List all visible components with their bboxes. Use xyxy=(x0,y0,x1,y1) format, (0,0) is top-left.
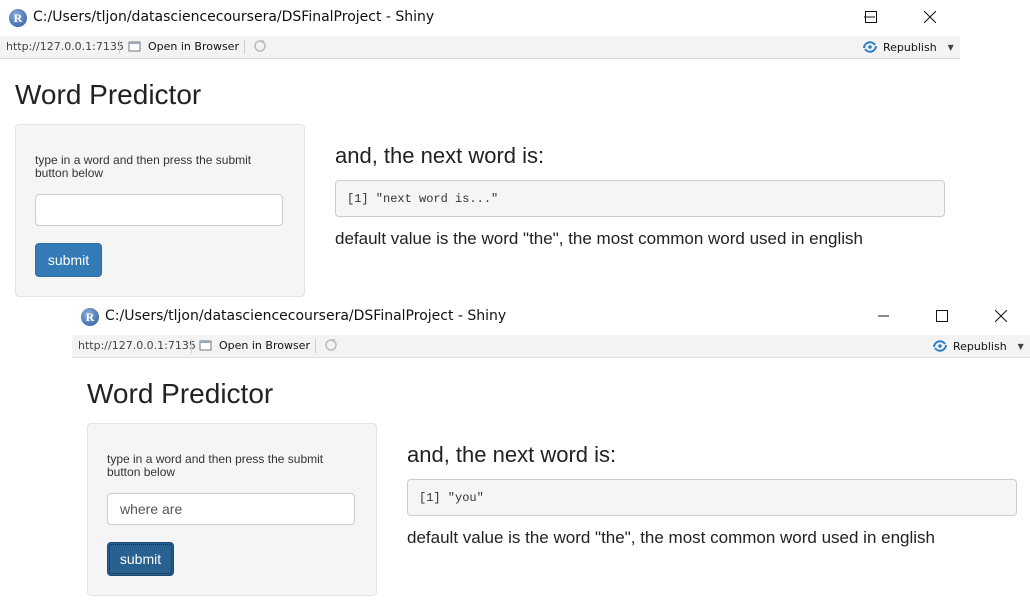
minimize-button[interactable] xyxy=(869,303,899,329)
default-note: default value is the word "the", the mos… xyxy=(335,229,864,248)
url-text[interactable]: http://127.0.0.1:7135 xyxy=(6,40,124,53)
separator xyxy=(119,40,120,54)
submit-button[interactable]: submit xyxy=(107,542,174,576)
republish-icon xyxy=(933,340,947,352)
republish-icon xyxy=(863,41,877,53)
shiny-window-2: R C:/Users/tljon/datasciencecoursera/DSF… xyxy=(72,299,1030,614)
title-bar: R C:/Users/tljon/datasciencecoursera/DSF… xyxy=(72,299,1030,335)
close-icon xyxy=(995,310,1007,322)
title-bar: R C:/Users/tljon/datasciencecoursera/DSF… xyxy=(0,0,960,36)
shiny-window-1: R C:/Users/tljon/datasciencecoursera/DSF… xyxy=(0,0,960,298)
maximize-button[interactable] xyxy=(927,303,957,329)
republish-button[interactable]: Republish ▼ xyxy=(862,40,954,54)
refresh-icon[interactable] xyxy=(253,39,267,53)
republish-label: Republish xyxy=(953,339,1007,353)
browser-window-icon xyxy=(199,340,212,351)
result-heading: and, the next word is: xyxy=(335,143,545,168)
republish-button[interactable]: Republish ▼ xyxy=(932,339,1024,353)
input-label: type in a word and then press the submit… xyxy=(35,153,252,180)
page-title: Word Predictor xyxy=(15,79,202,110)
browser-window-icon xyxy=(128,41,141,52)
default-note: default value is the word "the", the mos… xyxy=(407,528,936,547)
address-bar: http://127.0.0.1:7135 Open in Browser Re… xyxy=(0,36,960,59)
minimize-icon xyxy=(878,315,889,317)
separator xyxy=(191,339,192,353)
republish-label: Republish xyxy=(883,40,937,54)
result-heading: and, the next word is: xyxy=(407,442,617,467)
word-input[interactable] xyxy=(35,194,283,226)
r-logo-icon: R xyxy=(9,9,27,27)
open-in-browser-button[interactable]: Open in Browser xyxy=(148,40,239,53)
prediction-output: [1] "next word is..." xyxy=(335,180,945,217)
open-in-browser-button[interactable]: Open in Browser xyxy=(219,339,310,352)
page-title: Word Predictor xyxy=(87,378,274,409)
r-logo-icon: R xyxy=(81,308,99,326)
address-bar: http://127.0.0.1:7135 Open in Browser Re… xyxy=(72,335,1030,358)
chevron-down-icon[interactable]: ▼ xyxy=(948,43,954,52)
sidebar-panel: type in a word and then press the submit… xyxy=(15,124,305,297)
url-text[interactable]: http://127.0.0.1:7135 xyxy=(78,339,196,352)
close-button[interactable] xyxy=(986,303,1016,329)
window-title: C:/Users/tljon/datasciencecoursera/DSFin… xyxy=(33,9,435,25)
refresh-icon[interactable] xyxy=(324,338,338,352)
maximize-icon xyxy=(936,310,948,322)
separator xyxy=(315,339,316,353)
word-input[interactable]: where are xyxy=(107,493,355,525)
maximize-button[interactable] xyxy=(856,4,886,30)
sidebar-panel: type in a word and then press the submit… xyxy=(87,423,377,596)
submit-button[interactable]: submit xyxy=(35,243,102,277)
close-button[interactable] xyxy=(915,4,945,30)
maximize-icon xyxy=(865,11,877,23)
chevron-down-icon[interactable]: ▼ xyxy=(1018,342,1024,351)
prediction-output: [1] "you" xyxy=(407,479,1017,516)
window-title: C:/Users/tljon/datasciencecoursera/DSFin… xyxy=(105,308,507,324)
separator xyxy=(244,40,245,54)
close-icon xyxy=(924,11,936,23)
input-label: type in a word and then press the submit… xyxy=(107,452,324,479)
